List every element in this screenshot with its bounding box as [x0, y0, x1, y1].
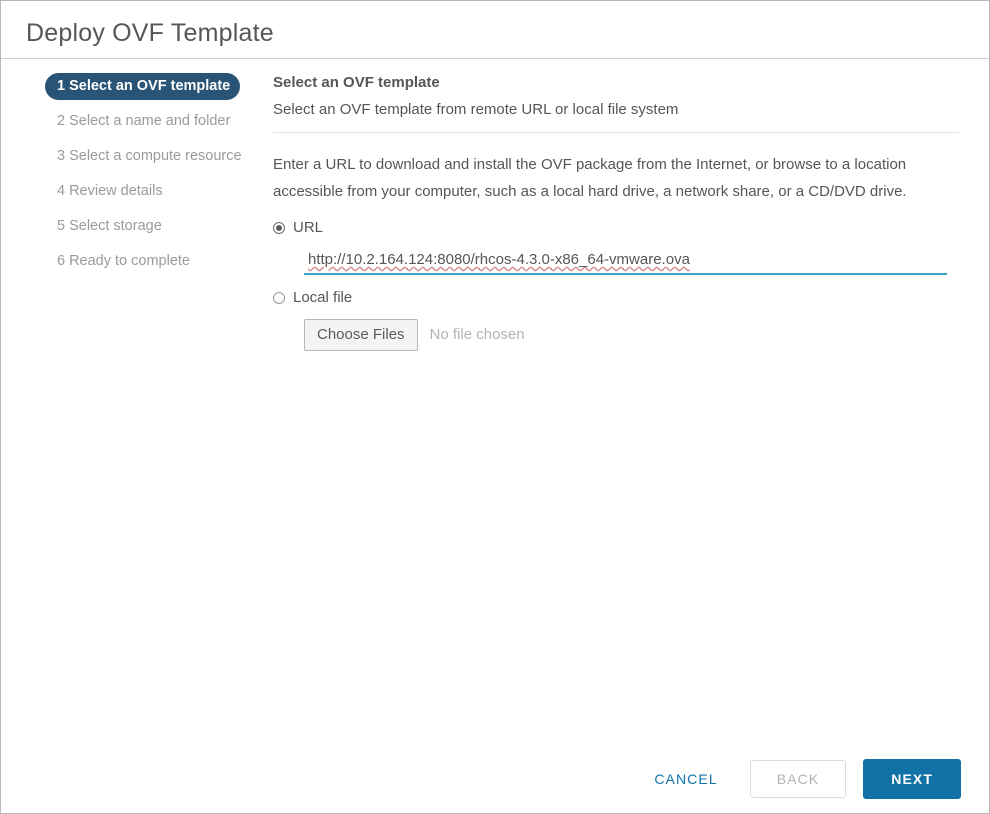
sidebar-item-select-name-and-folder[interactable]: 2 Select a name and folder — [45, 108, 269, 135]
wizard-step-6-number: 6 — [57, 253, 66, 269]
local-file-radio-button[interactable] — [273, 292, 285, 304]
sidebar-item-review-details[interactable]: 4 Review details — [45, 178, 269, 205]
back-button: BACK — [749, 760, 847, 798]
url-input[interactable]: http://10.2.164.124:8080/rhcos-4.3.0-x86… — [304, 250, 947, 273]
sidebar-item-select-ovf-template[interactable]: 1 Select an OVF template — [45, 73, 241, 100]
sidebar-item-ready-to-complete[interactable]: 6 Ready to complete — [45, 248, 269, 275]
panel-description: Enter a URL to download and install the … — [273, 156, 907, 200]
wizard-step-3-number: 3 — [57, 148, 66, 164]
dialog-footer: CANCEL BACK NEXT — [640, 759, 961, 799]
deploy-ovf-template-dialog: Deploy OVF Template 1 Select an OVF templ… — [0, 0, 990, 814]
wizard-step-3-label: Select a compute resource — [69, 148, 242, 164]
wizard-step-2-number: 2 — [57, 113, 66, 129]
wizard-step-6-label: Ready to complete — [69, 253, 190, 269]
local-file-radio-label: Local file — [293, 289, 353, 306]
dialog-header: Deploy OVF Template — [1, 1, 989, 59]
panel-title: Select an OVF template — [273, 74, 440, 91]
page-title: Deploy OVF Template — [26, 19, 274, 47]
wizard-step-list: 1 Select an OVF template 2 Select a name a… — [1, 73, 269, 283]
wizard-step-2-label: Select a name and folder — [69, 113, 231, 129]
wizard-step-4-number: 4 — [57, 183, 66, 199]
wizard-step-5-number: 5 — [57, 218, 66, 234]
dialog-body: 1 Select an OVF template 2 Select a name a… — [1, 59, 989, 351]
choose-files-button[interactable]: Choose Files — [304, 319, 418, 351]
url-radio-button[interactable] — [273, 222, 285, 234]
wizard-step-1-number: 1 — [57, 78, 66, 94]
wizard-step-4-label: Review details — [69, 183, 163, 199]
wizard-step-5-label: Select storage — [69, 218, 162, 234]
wizard-step-1-row: 1 Select an OVF template — [45, 73, 269, 108]
no-file-chosen-label: No file chosen — [429, 326, 525, 343]
wizard-step-1-label: Select an OVF template — [69, 78, 231, 94]
url-input-wrapper[interactable]: http://10.2.164.124:8080/rhcos-4.3.0-x86… — [304, 250, 947, 275]
url-radio-label: URL — [293, 219, 324, 236]
panel-subtitle: Select an OVF template from remote URL o… — [273, 99, 959, 133]
main-panel: Select an OVF template Select an OVF tem… — [269, 73, 989, 351]
local-file-radio-row[interactable]: Local file — [273, 289, 959, 307]
file-chooser-row: Choose Files No file chosen — [304, 319, 959, 351]
next-button[interactable]: NEXT — [863, 759, 961, 799]
url-radio-row[interactable]: URL — [273, 219, 959, 237]
sidebar-item-select-storage[interactable]: 5 Select storage — [45, 213, 269, 240]
cancel-button[interactable]: CANCEL — [640, 761, 731, 797]
sidebar-item-select-compute-resource[interactable]: 3 Select a compute resource — [45, 143, 269, 170]
